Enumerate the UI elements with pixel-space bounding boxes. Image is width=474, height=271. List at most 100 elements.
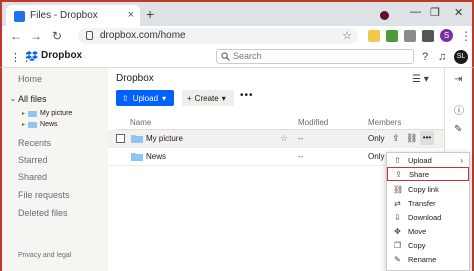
plus-icon: + xyxy=(187,93,192,103)
sidebar: Home All files ⌄ ▸ My picture ▸ News Rec… xyxy=(0,68,108,271)
upload-icon: ⇧ xyxy=(394,155,401,165)
link-icon: ⛓ xyxy=(393,184,404,194)
file-name[interactable]: My picture xyxy=(146,134,183,143)
menu-item-upload[interactable]: ⇧ Upload › xyxy=(387,153,469,167)
chevron-right-icon: ▸ xyxy=(22,122,26,128)
chevron-right-icon: ▸ xyxy=(22,111,26,117)
menu-item-share[interactable]: ⇪ Share xyxy=(387,167,469,181)
menu-item-label: Copy link xyxy=(408,184,439,194)
rename-icon: ✎ xyxy=(394,254,401,264)
back-icon[interactable]: ← xyxy=(10,29,22,43)
create-button[interactable]: + Create ▾ xyxy=(182,90,234,106)
help-icon[interactable]: ? xyxy=(422,51,428,63)
table-row[interactable]: My picture ☆ -- Only ⇪ ⛓ ••• xyxy=(108,130,444,148)
view-options-icon[interactable]: ☰ ▾ xyxy=(412,74,429,85)
collapse-panel-icon[interactable]: ⇥ xyxy=(454,74,462,85)
column-modified-header[interactable]: Modified xyxy=(298,118,328,127)
chevron-down-icon: ▾ xyxy=(221,93,226,103)
sidebar-item-deleted-files[interactable]: Deleted files xyxy=(18,208,68,218)
menu-item-copy[interactable]: ❐ Copy xyxy=(387,238,469,252)
menu-item-label: Move xyxy=(408,226,427,236)
account-avatar[interactable]: SL xyxy=(454,50,468,64)
privacy-legal-link[interactable]: Privacy and legal xyxy=(18,252,71,259)
download-icon: ⇩ xyxy=(394,212,401,222)
app-header: ⋮⋮ Dropbox Search ? ♫ SL xyxy=(0,46,474,68)
more-actions-button[interactable]: ••• xyxy=(240,90,254,101)
extensions-puzzle-icon[interactable] xyxy=(422,30,434,42)
browser-menu-icon[interactable]: ⋮ xyxy=(460,29,472,43)
file-modified: -- xyxy=(298,134,304,143)
menu-item-download[interactable]: ⇩ Download xyxy=(387,210,469,224)
sidebar-item-starred[interactable]: Starred xyxy=(18,155,48,165)
tab-close-icon[interactable]: × xyxy=(128,9,134,21)
notifications-bell-icon[interactable]: ♫ xyxy=(438,51,446,63)
tab-search-icon[interactable] xyxy=(380,11,389,20)
context-menu: ⇧ Upload › ⇪ Share ⛓ Copy link ⇄ Transfe… xyxy=(386,152,470,271)
move-icon: ✥ xyxy=(394,226,401,236)
column-members-header[interactable]: Members xyxy=(368,118,401,127)
upload-button[interactable]: ⇧ Upload ▾ xyxy=(116,90,174,106)
minimize-button[interactable]: — xyxy=(410,6,421,18)
search-input[interactable]: Search xyxy=(216,49,414,64)
extension-icon[interactable] xyxy=(404,30,416,42)
info-icon[interactable]: ⓘ xyxy=(454,102,464,117)
sidebar-item-file-requests[interactable]: File requests xyxy=(18,190,70,200)
menu-item-label: Rename xyxy=(408,254,437,264)
brand-name: Dropbox xyxy=(41,50,83,61)
link-icon[interactable]: ⛓ xyxy=(406,133,417,144)
column-name-header[interactable]: Name xyxy=(130,118,151,127)
menu-item-move[interactable]: ✥ Move xyxy=(387,224,469,238)
browser-tab[interactable]: Files - Dropbox × xyxy=(6,5,140,28)
extension-icon[interactable] xyxy=(386,30,398,42)
file-members: Only xyxy=(368,134,385,143)
sidebar-item-recents[interactable]: Recents xyxy=(18,138,51,148)
row-checkbox[interactable] xyxy=(116,134,125,143)
new-tab-button[interactable]: + xyxy=(146,6,154,22)
transfer-icon: ⇄ xyxy=(394,198,401,208)
copy-icon: ❐ xyxy=(393,240,402,250)
create-button-label: Create xyxy=(194,93,219,103)
menu-item-transfer[interactable]: ⇄ Transfer xyxy=(387,196,469,210)
folder-icon xyxy=(131,153,143,161)
sidebar-item-home[interactable]: Home xyxy=(18,74,42,84)
search-icon xyxy=(221,52,230,61)
folder-icon xyxy=(28,121,38,128)
upload-icon: ⇧ xyxy=(122,93,129,103)
chevron-down-icon[interactable]: ⌄ xyxy=(10,95,16,103)
browser-toolbar: ← → ↻ dropbox.com/home ☆ S ⋮ xyxy=(0,26,474,46)
address-bar[interactable]: dropbox.com/home ☆ xyxy=(78,28,358,44)
maximize-button[interactable]: ❐ xyxy=(430,6,440,19)
sidebar-item-shared[interactable]: Shared xyxy=(18,172,47,182)
row-more-button[interactable]: ••• xyxy=(420,131,434,145)
tree-item-news[interactable]: ▸ News xyxy=(22,121,58,128)
browser-profile-avatar[interactable]: S xyxy=(440,29,453,42)
folder-icon xyxy=(28,110,38,117)
menu-item-label: Share xyxy=(409,169,430,179)
upload-button-label: Upload xyxy=(132,93,159,103)
bookmark-star-icon[interactable]: ☆ xyxy=(342,29,352,42)
pin-icon[interactable]: ✎ xyxy=(454,124,462,135)
tree-item-my-picture[interactable]: ▸ My picture xyxy=(22,110,72,117)
dropbox-logo-icon xyxy=(26,50,38,61)
lock-icon xyxy=(86,31,93,40)
menu-item-rename[interactable]: ✎ Rename xyxy=(387,252,469,266)
browser-tab-strip: Files - Dropbox × + — ❐ ✕ xyxy=(0,0,474,28)
forward-icon[interactable]: → xyxy=(30,29,42,43)
share-icon[interactable]: ⇪ xyxy=(392,133,400,144)
file-modified: -- xyxy=(298,152,304,161)
page-title: Dropbox xyxy=(116,73,154,84)
tab-title: Files - Dropbox xyxy=(30,10,98,21)
reload-icon[interactable]: ↻ xyxy=(52,29,62,43)
dropbox-logo[interactable]: Dropbox xyxy=(26,50,82,61)
star-icon[interactable]: ☆ xyxy=(280,133,288,144)
menu-item-label: Download xyxy=(408,212,442,222)
search-placeholder: Search xyxy=(233,51,262,61)
chevron-right-icon: › xyxy=(460,155,463,165)
close-window-button[interactable]: ✕ xyxy=(454,6,463,19)
file-name[interactable]: News xyxy=(146,152,166,161)
menu-item-copy-link[interactable]: ⛓ Copy link xyxy=(387,182,469,196)
sidebar-item-all-files[interactable]: All files xyxy=(18,94,47,104)
menu-item-label: Upload xyxy=(408,155,432,165)
extension-icon[interactable] xyxy=(368,30,380,42)
share-icon: ⇪ xyxy=(395,169,402,179)
